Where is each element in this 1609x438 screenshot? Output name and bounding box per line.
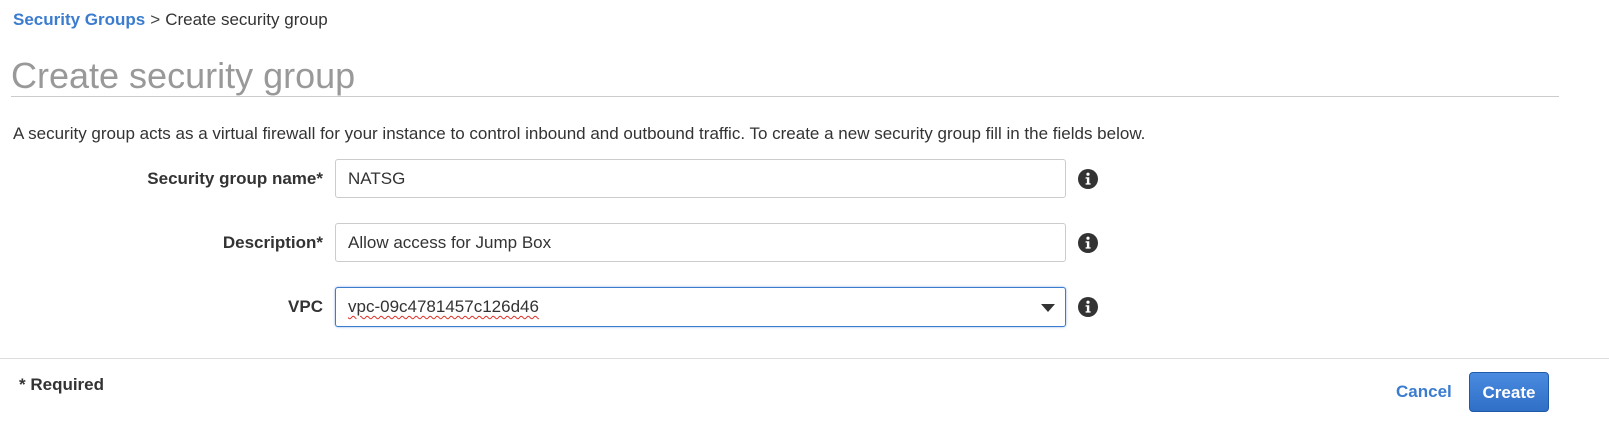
vpc-selected-value: vpc-09c4781457c126d46 (348, 297, 539, 316)
breadcrumb-current: Create security group (165, 10, 328, 29)
form-row-description: Description* (0, 223, 1120, 263)
create-security-group-page: Security Groups > Create security group Cr… (0, 0, 1609, 438)
form-row-security-group-name: Security group name* (0, 159, 1120, 199)
breadcrumb: Security Groups > Create security group (13, 9, 328, 31)
security-group-name-input[interactable] (335, 159, 1066, 198)
info-icon[interactable] (1078, 169, 1098, 189)
required-note: * Required (19, 375, 105, 394)
security-group-name-label: Security group name* (147, 169, 323, 188)
intro-text: A security group acts as a virtual firew… (13, 124, 1146, 143)
create-button[interactable]: Create (1469, 372, 1549, 412)
title-divider (11, 96, 1559, 97)
info-icon[interactable] (1078, 233, 1098, 253)
vpc-label: VPC (288, 297, 323, 316)
form-row-vpc: VPC vpc-09c4781457c126d46 (0, 287, 1120, 327)
page-title: Create security group (11, 55, 356, 96)
description-label: Description* (222, 233, 323, 252)
footer-divider (0, 358, 1609, 359)
info-icon[interactable] (1078, 297, 1098, 317)
breadcrumb-separator: > (150, 10, 161, 29)
chevron-down-icon (1041, 304, 1055, 312)
description-input[interactable] (335, 223, 1066, 262)
breadcrumb-security-groups-link[interactable]: Security Groups (13, 10, 145, 29)
cancel-button[interactable]: Cancel (1396, 382, 1452, 402)
vpc-select[interactable]: vpc-09c4781457c126d46 (335, 287, 1066, 327)
